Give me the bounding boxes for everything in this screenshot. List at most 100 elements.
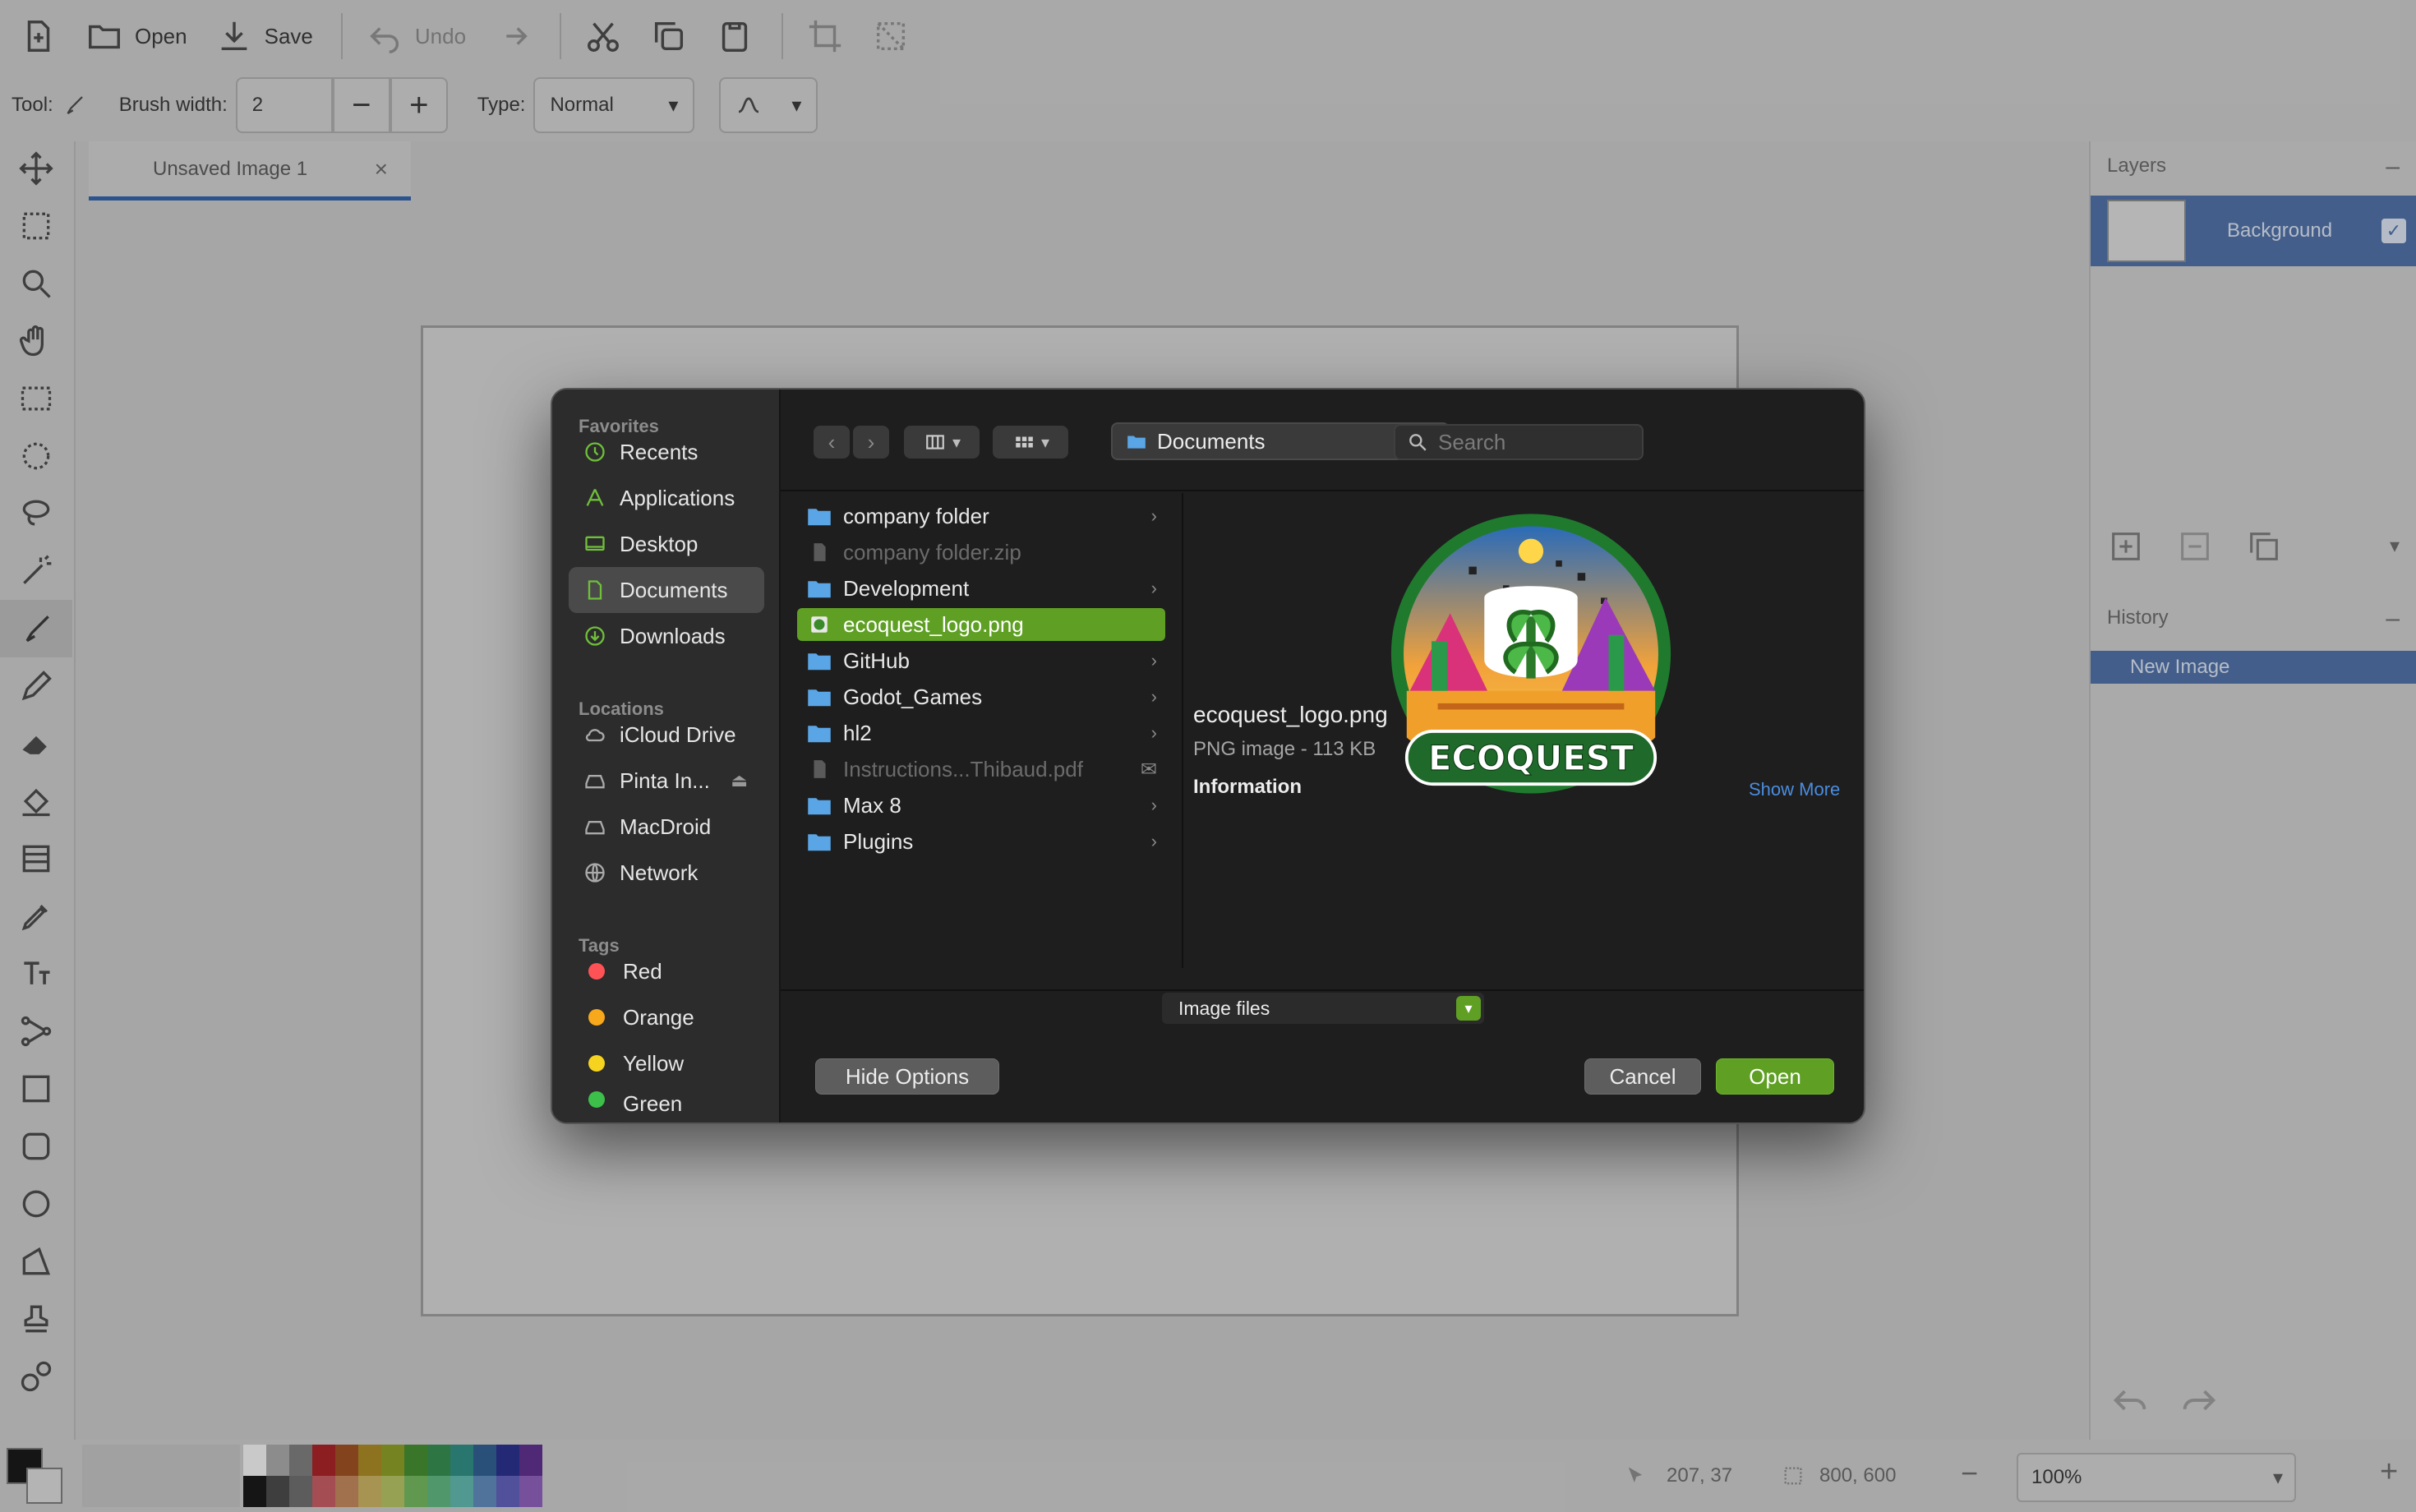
chevron-right-icon: › — [1150, 505, 1157, 526]
chevron-right-icon: › — [867, 429, 875, 454]
dialog-sidebar: Favorites Recents Applications Desktop D… — [552, 390, 781, 1122]
sidebar-item-downloads[interactable]: Downloads — [569, 613, 764, 659]
sidebar-item-applications[interactable]: Applications — [569, 475, 764, 521]
folder-icon — [808, 581, 831, 598]
file-name: Max 8 — [843, 792, 901, 818]
folder-icon — [808, 726, 831, 743]
chevron-right-icon: › — [1150, 722, 1157, 743]
search-icon — [1409, 434, 1427, 451]
sidebar-item-label: MacDroid — [620, 814, 712, 839]
cancel-button[interactable]: Cancel — [1584, 1058, 1701, 1095]
show-more-link[interactable]: Show More — [1749, 779, 1840, 800]
file-name: GitHub — [843, 648, 910, 673]
sidebar-item-desktop[interactable]: Desktop — [569, 521, 764, 567]
applications-icon — [586, 489, 604, 506]
sidebar-item-label: Red — [623, 958, 662, 984]
chevron-left-icon: ‹ — [828, 429, 836, 454]
chevron-right-icon: › — [1150, 795, 1157, 815]
logo-text: ECOQUEST — [1428, 738, 1634, 778]
file-browser-column: company folder › company folder.zip Deve… — [781, 493, 1183, 968]
sidebar-item-label: Applications — [620, 485, 735, 510]
sidebar-item-documents[interactable]: Documents — [569, 567, 764, 613]
preview-file-name: ecoquest_logo.png — [1193, 702, 1388, 727]
file-name: company folder.zip — [843, 539, 1021, 565]
chevron-right-icon: › — [1150, 686, 1157, 707]
tag-color-dot — [588, 1055, 605, 1072]
pdf-file-icon — [814, 760, 826, 778]
folder-icon — [808, 653, 831, 671]
open-file-dialog: Favorites Recents Applications Desktop D… — [551, 388, 1865, 1124]
grid-icon — [1016, 436, 1033, 448]
format-filter-bar: Image files ▾ — [781, 989, 1864, 1024]
chevron-right-icon: › — [1150, 831, 1157, 851]
sidebar-item-label: Documents — [620, 577, 728, 602]
file-name: company folder — [843, 503, 989, 528]
sidebar-item-tag-yellow[interactable]: Yellow — [569, 1040, 764, 1086]
desktop-icon — [585, 536, 605, 551]
sidebar-item-pinta-installer[interactable]: Pinta In... ⏏ — [569, 758, 764, 804]
eject-icon[interactable]: ⏏ — [731, 770, 748, 791]
format-filter-value: Image files — [1178, 997, 1270, 1019]
file-name: hl2 — [843, 720, 872, 745]
sidebar-item-label: Orange — [623, 1004, 694, 1030]
tag-color-dot — [588, 1091, 605, 1108]
preview-information-heading: Information — [1193, 776, 1302, 798]
cloud-icon — [585, 729, 605, 742]
file-preview-pane: ECOQUEST ecoquest_logo.png PNG image - 1… — [1185, 493, 1864, 968]
file-name: ecoquest_logo.png — [843, 611, 1024, 637]
forward-button[interactable]: › — [853, 426, 889, 459]
mail-icon: ✉ — [1140, 758, 1157, 781]
search-input[interactable] — [1438, 429, 1627, 455]
location-name: Documents — [1157, 428, 1266, 454]
sidebar-item-network[interactable]: Network — [569, 850, 764, 896]
sidebar-item-tag-red[interactable]: Red — [569, 948, 764, 994]
sidebar-item-label: Pinta In... — [620, 768, 710, 793]
sidebar-item-tag-green[interactable]: Green — [569, 1086, 764, 1122]
file-row-godot-games[interactable]: Godot_Games › — [797, 680, 1165, 713]
drive-icon — [585, 775, 605, 789]
sidebar-item-tag-orange[interactable]: Orange — [569, 994, 764, 1040]
column-view-button[interactable]: ▾ — [904, 426, 980, 459]
sidebar-item-icloud-drive[interactable]: iCloud Drive — [569, 712, 764, 758]
file-row-github[interactable]: GitHub › — [797, 644, 1165, 677]
sidebar-item-label: Network — [620, 860, 699, 885]
file-row-ecoquest-logo[interactable]: ecoquest_logo.png — [797, 608, 1165, 641]
search-field[interactable] — [1394, 424, 1644, 460]
sidebar-item-label: Desktop — [620, 531, 699, 556]
file-row-hl2[interactable]: hl2 › — [797, 717, 1165, 749]
chevron-down-icon: ▾ — [952, 433, 961, 452]
folder-icon — [808, 689, 831, 707]
sidebar-item-macdroid[interactable]: MacDroid — [569, 804, 764, 850]
folder-icon — [1127, 436, 1146, 449]
file-row-company-folder-zip: company folder.zip — [797, 536, 1165, 569]
folder-icon — [808, 509, 831, 526]
file-row-plugins[interactable]: Plugins › — [797, 825, 1165, 858]
file-name: Godot_Games — [843, 684, 983, 709]
gallery-view-button[interactable]: ▾ — [993, 426, 1068, 459]
open-button[interactable]: Open — [1716, 1058, 1834, 1095]
format-filter-select[interactable]: Image files ▾ — [1162, 993, 1484, 1024]
sidebar-item-label: Yellow — [623, 1050, 685, 1076]
sidebar-item-recents[interactable]: Recents — [569, 429, 764, 475]
sidebar-item-label: Green — [623, 1091, 683, 1116]
tag-color-dot — [588, 1009, 605, 1026]
globe-icon — [585, 863, 605, 883]
back-button[interactable]: ‹ — [814, 426, 850, 459]
sidebar-item-label: Downloads — [620, 623, 726, 648]
drive-icon — [585, 821, 605, 835]
download-icon — [585, 626, 605, 646]
file-row-company-folder[interactable]: company folder › — [797, 500, 1165, 532]
hide-options-button[interactable]: Hide Options — [815, 1058, 999, 1095]
chevron-right-icon: › — [1150, 578, 1157, 598]
file-name: Plugins — [843, 828, 914, 854]
chevron-right-icon: › — [1150, 650, 1157, 671]
file-row-max-8[interactable]: Max 8 › — [797, 789, 1165, 822]
zip-file-icon — [814, 543, 826, 561]
chevron-down-icon: ▾ — [1040, 433, 1050, 452]
sidebar-item-label: iCloud Drive — [620, 721, 736, 747]
file-name: Instructions...Thibaud.pdf — [843, 756, 1083, 781]
ecoquest-logo-image: ECOQUEST — [1390, 514, 1671, 794]
file-row-instructions-pdf: Instructions...Thibaud.pdf ✉ — [797, 753, 1165, 786]
image-file-icon — [811, 616, 828, 633]
file-row-development[interactable]: Development › — [797, 572, 1165, 605]
